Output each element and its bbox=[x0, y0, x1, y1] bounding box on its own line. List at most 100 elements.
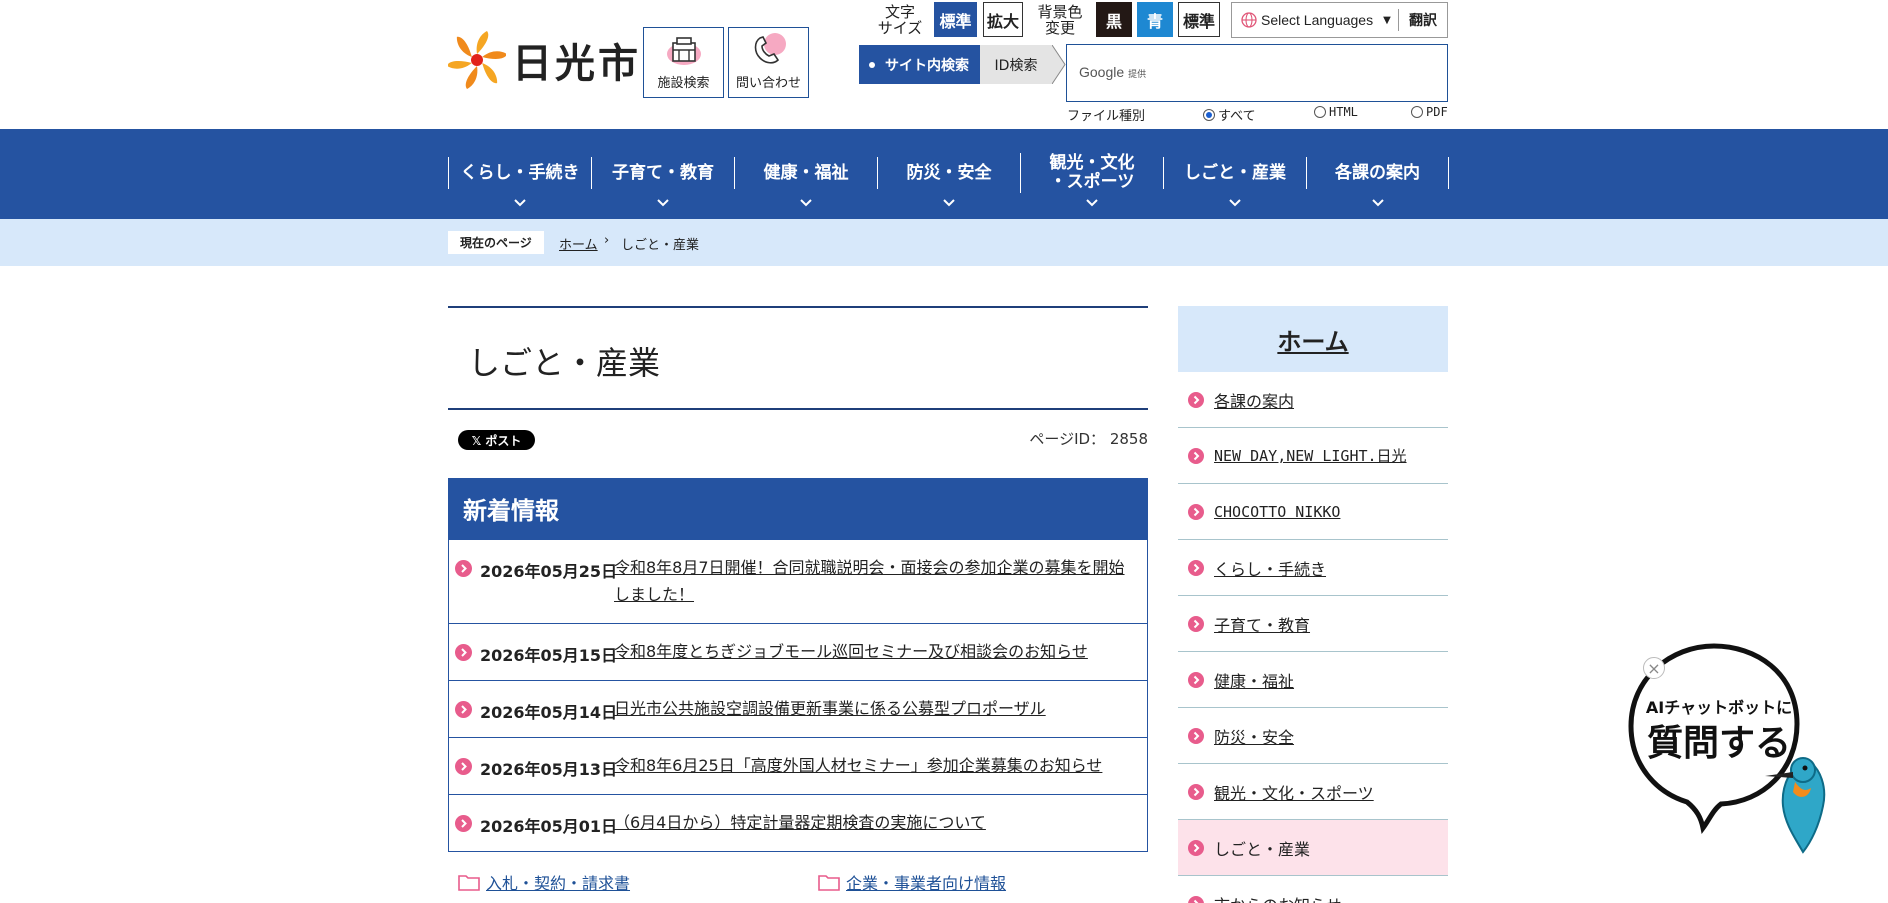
tab-site-search[interactable]: サイト内検索 bbox=[859, 45, 980, 84]
x-post-button[interactable]: 𝕏 ポスト bbox=[458, 430, 535, 450]
chatbot-close-icon[interactable]: × bbox=[1643, 657, 1665, 679]
nav-item-label-line2: ・スポーツ bbox=[1049, 172, 1135, 192]
news-link[interactable]: （6月4日から）特定計量器定期検査の実施について bbox=[614, 809, 1135, 836]
global-nav: くらし・手続き 子育て・教育 健康・福祉 防災・安全 観光・文化 ・スポーツ し… bbox=[0, 129, 1888, 219]
arrow-bullet-icon bbox=[1188, 784, 1204, 800]
news-item: 2026年05月01日 （6月4日から）特定計量器定期検査の実施について bbox=[449, 794, 1147, 851]
folder-icon bbox=[458, 875, 480, 891]
contact-button[interactable]: 問い合わせ bbox=[728, 27, 809, 98]
tab-id-search[interactable]: ID検索 bbox=[980, 45, 1052, 84]
arrow-bullet-icon bbox=[1188, 616, 1204, 632]
radio-unchecked-icon[interactable] bbox=[1411, 106, 1423, 118]
file-type-pdf-label: PDF bbox=[1426, 105, 1448, 119]
page-id: ページID： 2858 bbox=[1029, 430, 1148, 448]
side-item-safety[interactable]: 防災・安全 bbox=[1178, 708, 1448, 764]
breadcrumb-home-link[interactable]: ホーム bbox=[559, 234, 598, 253]
side-home-link[interactable]: ホーム bbox=[1178, 306, 1448, 372]
side-item-notices[interactable]: 市からのお知らせ bbox=[1178, 876, 1448, 903]
file-type-pdf-option[interactable]: PDF bbox=[1411, 105, 1448, 119]
site-logo[interactable]: 日光市 bbox=[448, 30, 641, 90]
side-item-label: 子育て・教育 bbox=[1214, 615, 1311, 635]
arrow-bullet-icon bbox=[455, 815, 472, 832]
file-type-label: ファイル種別 bbox=[1067, 109, 1146, 124]
side-item-label: CHOCOTTO NIKKO bbox=[1214, 502, 1341, 521]
news-title: 新着情報 bbox=[449, 478, 1147, 539]
arrow-bullet-icon bbox=[455, 560, 472, 577]
side-item-work[interactable]: しごと・産業 bbox=[1178, 820, 1448, 876]
chevron-down-icon bbox=[657, 199, 669, 207]
text-size-label-line1: 文字 bbox=[884, 3, 915, 21]
chatbot-label-line2: 質問する bbox=[1646, 723, 1791, 764]
side-item-label: 健康・福祉 bbox=[1214, 671, 1295, 691]
nav-item-departments[interactable]: 各課の案内 bbox=[1306, 157, 1449, 207]
side-item-health[interactable]: 健康・福祉 bbox=[1178, 652, 1448, 708]
news-link[interactable]: 令和8年6月25日「高度外国人材セミナー」参加企業募集のお知らせ bbox=[614, 752, 1135, 779]
nav-item-life[interactable]: くらし・手続き bbox=[448, 157, 591, 207]
file-type-html-option[interactable]: HTML bbox=[1314, 105, 1358, 119]
search-tab-pointer-icon bbox=[1052, 45, 1066, 84]
side-item-tourism[interactable]: 観光・文化・スポーツ bbox=[1178, 764, 1448, 820]
building-icon bbox=[666, 37, 701, 65]
bg-color-label-line2: 変更 bbox=[1044, 19, 1075, 37]
folder-link-bidding[interactable]: 入札・契約・請求書 bbox=[458, 870, 630, 894]
news-link[interactable]: 令和8年8月7日開催！合同就職説明会・面接会の参加企業の募集を開始しました！ bbox=[614, 554, 1135, 608]
active-dot-icon bbox=[869, 61, 875, 68]
facility-search-button[interactable]: 施設検索 bbox=[643, 27, 724, 98]
arrow-bullet-icon bbox=[455, 701, 472, 718]
file-type-all-label: すべて bbox=[1218, 109, 1256, 124]
arrow-bullet-icon bbox=[1188, 896, 1204, 903]
side-item-label: 市からのお知らせ bbox=[1214, 892, 1342, 903]
news-date: 2026年05月14日 bbox=[480, 703, 618, 722]
tab-id-search-label: ID検索 bbox=[994, 57, 1038, 74]
breadcrumb-current: しごと・産業 bbox=[621, 238, 700, 253]
chevron-down-icon bbox=[1229, 199, 1241, 207]
side-item-chocotto[interactable]: CHOCOTTO NIKKO bbox=[1178, 484, 1448, 540]
google-provided-text: 提供 bbox=[1128, 69, 1147, 79]
bg-black-button[interactable]: 黒 bbox=[1096, 2, 1132, 37]
arrow-bullet-icon bbox=[1188, 672, 1204, 688]
nav-item-label: くらし・手続き bbox=[460, 162, 580, 183]
folder-link-label: 入札・契約・請求書 bbox=[486, 874, 631, 893]
facility-search-label: 施設検索 bbox=[657, 76, 710, 91]
search-input[interactable]: Google 提供 bbox=[1066, 44, 1448, 102]
nav-item-tourism[interactable]: 観光・文化 ・スポーツ bbox=[1020, 153, 1163, 207]
nav-item-label: 子育て・教育 bbox=[612, 162, 714, 183]
arrow-bullet-icon bbox=[455, 644, 472, 661]
news-link[interactable]: 日光市公共施設空調設備更新事業に係る公募型プロポーザル bbox=[614, 695, 1135, 722]
nav-item-label: 健康・福祉 bbox=[763, 162, 849, 183]
side-item-childcare[interactable]: 子育て・教育 bbox=[1178, 596, 1448, 652]
side-item-new-day[interactable]: NEW DAY,NEW LIGHT.日光 bbox=[1178, 428, 1448, 484]
nav-item-childcare[interactable]: 子育て・教育 bbox=[591, 157, 734, 207]
nav-item-safety[interactable]: 防災・安全 bbox=[877, 157, 1020, 207]
chevron-down-icon: ▼ bbox=[1383, 14, 1391, 26]
news-link[interactable]: 令和8年度とちぎジョブモール巡回セミナー及び相談会のお知らせ bbox=[614, 638, 1135, 665]
nav-item-health[interactable]: 健康・福祉 bbox=[734, 157, 877, 207]
folder-link-business[interactable]: 企業・事業者向け情報 bbox=[818, 870, 1006, 894]
text-size-standard-button[interactable]: 標準 bbox=[934, 2, 977, 37]
language-selector[interactable]: Select Languages ▼ 翻訳 bbox=[1231, 2, 1448, 38]
text-size-label-line2: サイズ bbox=[877, 19, 923, 37]
translate-button[interactable]: 翻訳 bbox=[1398, 9, 1447, 31]
chevron-down-icon bbox=[1371, 199, 1384, 207]
google-provided-label: Google 提供 bbox=[1079, 64, 1146, 80]
breadcrumb-separator: › bbox=[604, 233, 610, 248]
folder-link-label: 企業・事業者向け情報 bbox=[846, 874, 1007, 893]
text-size-label: 文字 サイズ bbox=[875, 4, 925, 36]
google-label: Google bbox=[1079, 64, 1125, 80]
telephone-icon bbox=[754, 33, 786, 64]
news-item: 2026年05月13日 令和8年6月25日「高度外国人材セミナー」参加企業募集の… bbox=[449, 737, 1147, 794]
arrow-bullet-icon bbox=[1188, 560, 1204, 576]
text-size-large-button[interactable]: 拡大 bbox=[983, 2, 1023, 37]
bg-blue-button[interactable]: 青 bbox=[1137, 2, 1173, 37]
file-type-all-option[interactable]: すべて bbox=[1203, 105, 1256, 124]
chevron-down-icon bbox=[514, 199, 526, 207]
radio-checked-icon[interactable] bbox=[1203, 108, 1215, 121]
side-item-life[interactable]: くらし・手続き bbox=[1178, 540, 1448, 596]
side-item-label: しごと・産業 bbox=[1214, 839, 1311, 859]
arrow-bullet-icon bbox=[455, 758, 472, 775]
nav-item-work[interactable]: しごと・産業 bbox=[1163, 157, 1306, 207]
bg-standard-button[interactable]: 標準 bbox=[1178, 2, 1220, 37]
tab-site-search-label: サイト内検索 bbox=[885, 57, 969, 74]
radio-unchecked-icon[interactable] bbox=[1314, 106, 1326, 118]
side-item-departments[interactable]: 各課の案内 bbox=[1178, 372, 1448, 428]
